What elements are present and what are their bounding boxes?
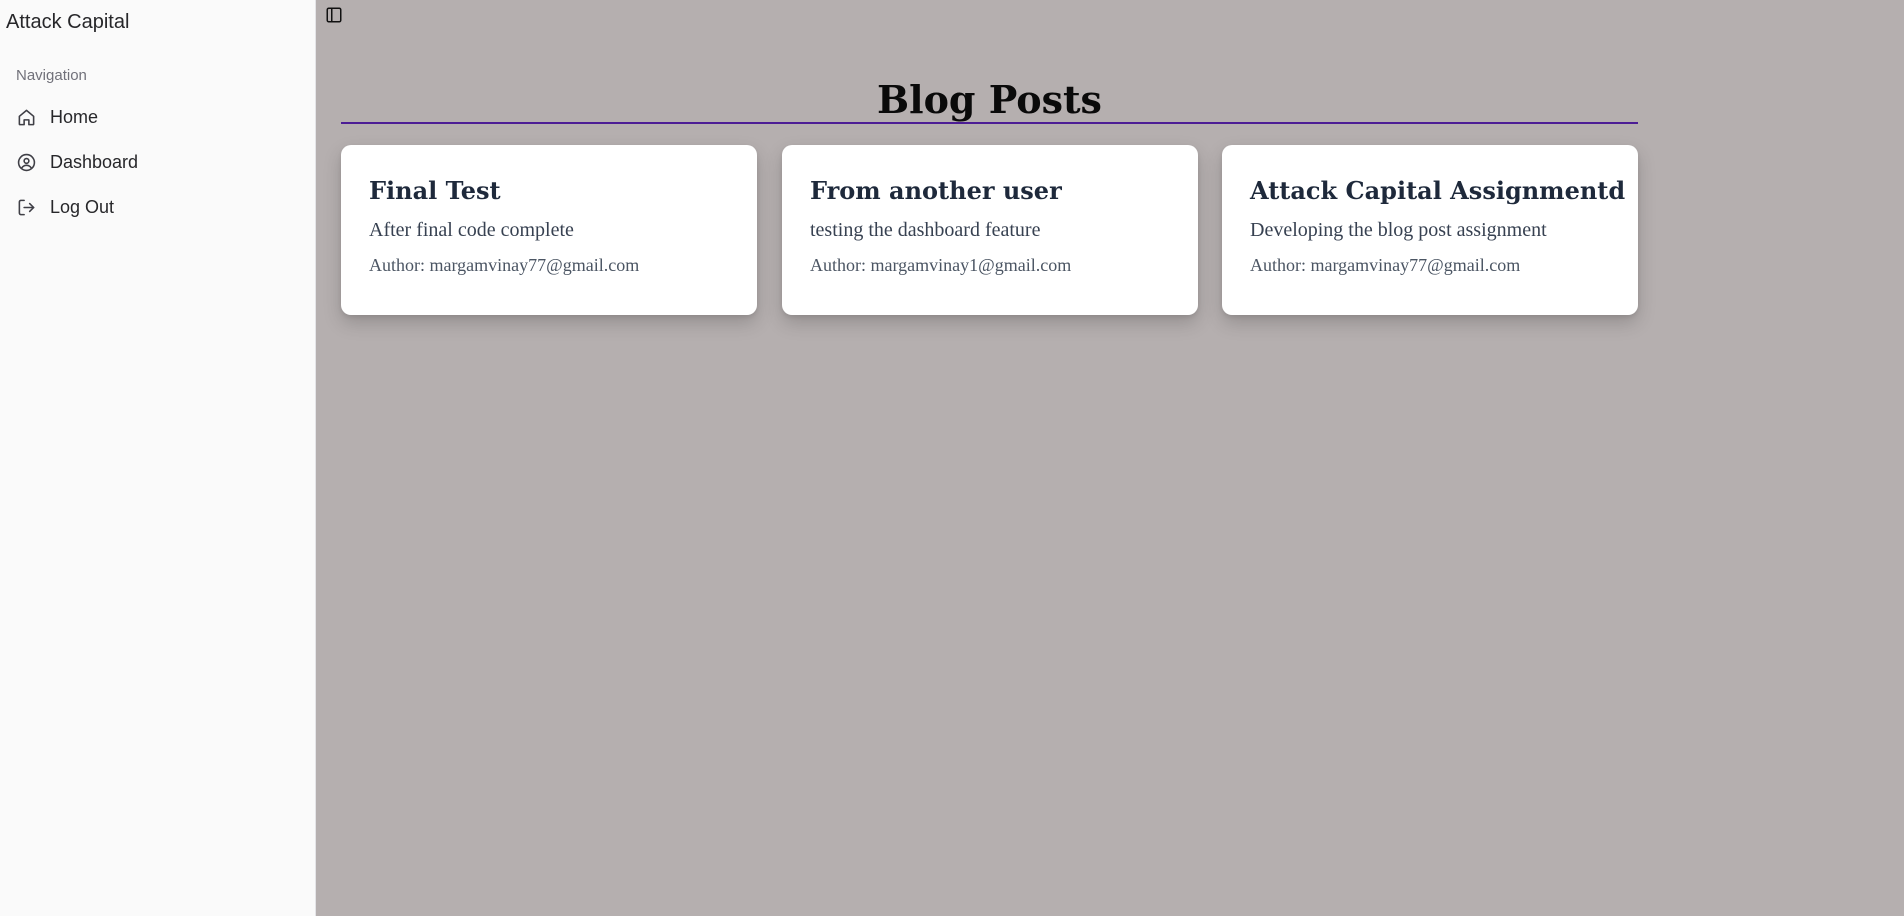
- sidebar-item-label: Home: [50, 106, 99, 127]
- sidebar-toggle-icon: [325, 6, 343, 24]
- app-title: Attack Capital: [6, 11, 130, 33]
- post-description: Developing the blog post assignment: [1250, 219, 1547, 241]
- sidebar-item-logout[interactable]: Log Out: [8, 188, 304, 226]
- post-description: After final code complete: [369, 219, 574, 241]
- post-author: Author: margamvinay77@gmail.com: [1250, 255, 1521, 275]
- blog-post-card[interactable]: From another user testing the dashboard …: [782, 145, 1198, 315]
- title-divider: [341, 122, 1638, 124]
- sidebar-item-dashboard[interactable]: Dashboard: [8, 143, 304, 181]
- post-description: testing the dashboard feature: [810, 219, 1041, 241]
- blog-post-card[interactable]: Final Test After final code complete Aut…: [341, 145, 757, 315]
- post-author: Author: margamvinay1@gmail.com: [810, 255, 1072, 275]
- sidebar-item-label: Dashboard: [50, 151, 139, 172]
- sidebar-toggle-button[interactable]: [324, 5, 344, 25]
- post-author: Author: margamvinay77@gmail.com: [369, 255, 640, 275]
- home-icon: [16, 107, 36, 127]
- user-circle-icon: [16, 152, 36, 172]
- post-title: Final Test: [369, 176, 501, 205]
- blog-post-card[interactable]: Attack Capital Assignmentd Developing th…: [1222, 145, 1638, 315]
- page-title: Blog Posts: [877, 77, 1102, 122]
- post-title: Attack Capital Assignmentd: [1250, 176, 1626, 205]
- logout-icon: [16, 197, 36, 217]
- sidebar-item-home[interactable]: Home: [8, 98, 304, 136]
- nav-heading: Navigation: [16, 67, 87, 84]
- sidebar-item-label: Log Out: [50, 196, 115, 217]
- post-title: From another user: [810, 176, 1062, 205]
- sidebar: Attack Capital Navigation Home Dashboard: [0, 0, 316, 916]
